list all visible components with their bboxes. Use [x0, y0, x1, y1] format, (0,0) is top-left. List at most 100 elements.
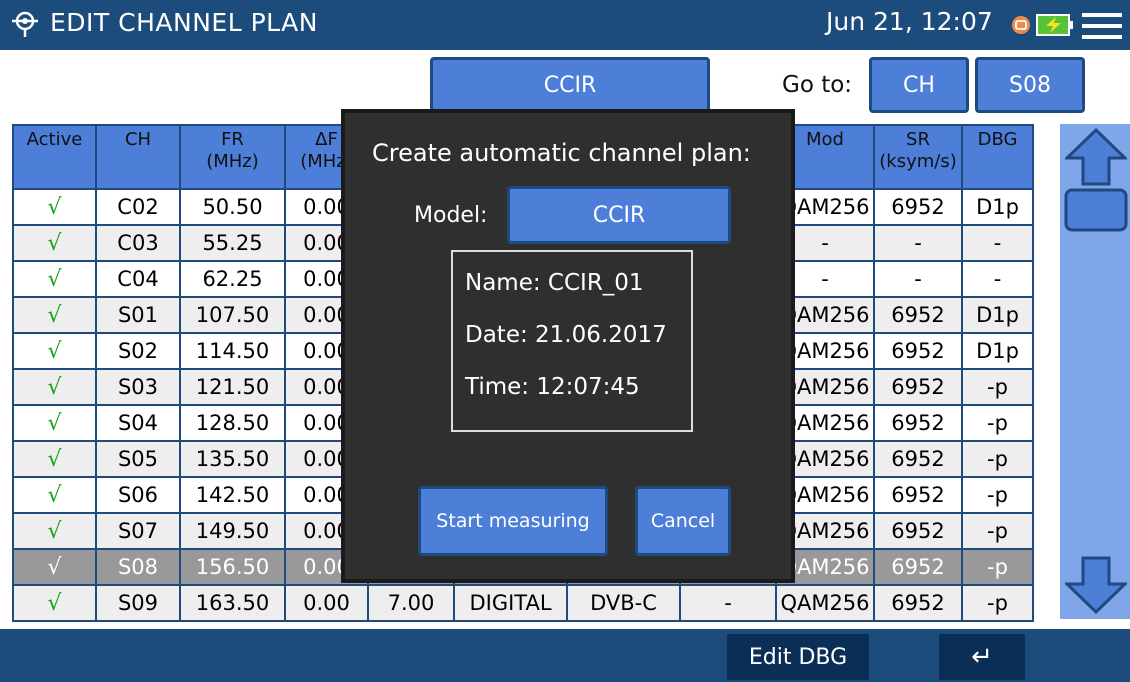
table-cell: S04: [95, 404, 181, 442]
model-label: Model:: [414, 203, 488, 228]
table-cell: S07: [95, 512, 181, 550]
table-cell: S03: [95, 368, 181, 406]
active-check: √: [12, 476, 97, 514]
table-cell: S02: [95, 332, 181, 370]
column-header-label: FR: [221, 129, 244, 150]
menu-icon[interactable]: [1082, 12, 1122, 40]
antenna-icon: [12, 11, 38, 37]
table-cell: S09: [95, 584, 181, 622]
table-cell: 121.50: [179, 368, 286, 406]
active-check: √: [12, 548, 97, 586]
table-cell: QAM256: [775, 584, 875, 622]
create-plan-dialog: Create automatic channel plan: Model: CC…: [341, 109, 795, 583]
table-cell: 6952: [873, 296, 963, 334]
table-cell: DIGITAL: [453, 584, 568, 622]
column-header-label: Active: [26, 129, 83, 150]
column-header-label: CH: [124, 129, 152, 150]
table-cell: D1p: [961, 188, 1034, 226]
goto-channel-button[interactable]: S08: [975, 57, 1085, 113]
column-header: CH: [95, 124, 181, 190]
date-time: Jun 21, 12:07: [826, 7, 993, 36]
table-cell: 0.00: [284, 584, 369, 622]
table-cell: 6952: [873, 548, 963, 586]
dialog-title: Create automatic channel plan:: [372, 139, 751, 167]
table-cell: 6952: [873, 188, 963, 226]
table-cell: 62.25: [179, 260, 286, 298]
page-title: EDIT CHANNEL PLAN: [50, 8, 318, 37]
column-header: SR (ksym/s): [873, 124, 963, 190]
table-cell: S08: [95, 548, 181, 586]
table-cell: 114.50: [179, 332, 286, 370]
column-header: DBG: [961, 124, 1034, 190]
table-cell: -p: [961, 512, 1034, 550]
start-measuring-button[interactable]: Start measuring: [418, 486, 608, 556]
channel-plan-button[interactable]: CCIR: [430, 57, 710, 113]
table-cell: 149.50: [179, 512, 286, 550]
table-cell: -p: [961, 368, 1034, 406]
alarm-icon[interactable]: [1011, 15, 1031, 35]
active-check: √: [12, 260, 97, 298]
column-header-unit: (ksym/s): [879, 151, 957, 172]
active-check: √: [12, 404, 97, 442]
top-bar: EDIT CHANNEL PLAN Jun 21, 12:07: [0, 0, 1130, 50]
table-cell: -: [961, 260, 1034, 298]
active-check: √: [12, 584, 97, 622]
table-cell: S06: [95, 476, 181, 514]
table-cell: 6952: [873, 440, 963, 478]
battery-charging-icon: [1036, 14, 1073, 36]
table-cell: 107.50: [179, 296, 286, 334]
table-cell: S01: [95, 296, 181, 334]
plan-date: Date: 21.06.2017: [465, 322, 667, 348]
scrollbar[interactable]: [1060, 124, 1130, 619]
active-check: √: [12, 224, 97, 262]
active-check: √: [12, 188, 97, 226]
table-cell: -p: [961, 476, 1034, 514]
enter-icon[interactable]: ↵: [939, 634, 1025, 680]
table-cell: -: [679, 584, 777, 622]
goto-label: Go to:: [782, 72, 853, 98]
table-cell: DVB-C: [566, 584, 681, 622]
goto-mode-button[interactable]: CH: [869, 57, 969, 113]
edit-dbg-button[interactable]: Edit DBG: [727, 634, 869, 680]
column-header: Active: [12, 124, 97, 190]
active-check: √: [12, 296, 97, 334]
column-header-label: DBG: [977, 129, 1018, 150]
table-cell: 135.50: [179, 440, 286, 478]
active-check: √: [12, 440, 97, 478]
table-row[interactable]: √ S09 163.50 0.00 7.00 DIGITAL DVB-C - QAM256 695…: [12, 584, 1034, 622]
table-cell: C04: [95, 260, 181, 298]
table-cell: 7.00: [367, 584, 455, 622]
cancel-button[interactable]: Cancel: [635, 486, 731, 556]
active-check: √: [12, 368, 97, 406]
table-cell: 6952: [873, 584, 963, 622]
active-check: √: [12, 332, 97, 370]
table-cell: -: [873, 224, 963, 262]
table-cell: -p: [961, 404, 1034, 442]
table-cell: 163.50: [179, 584, 286, 622]
table-cell: 6952: [873, 476, 963, 514]
table-cell: 6952: [873, 404, 963, 442]
table-cell: -: [873, 260, 963, 298]
column-header-label: SR: [906, 129, 930, 150]
table-cell: -p: [961, 548, 1034, 586]
scroll-up-icon[interactable]: [1065, 128, 1127, 186]
table-cell: D1p: [961, 332, 1034, 370]
plan-name: Name: CCIR_01: [465, 270, 644, 296]
table-cell: 128.50: [179, 404, 286, 442]
table-cell: -p: [961, 440, 1034, 478]
table-cell: 55.25: [179, 224, 286, 262]
table-cell: -: [961, 224, 1034, 262]
table-cell: -p: [961, 584, 1034, 622]
table-cell: 6952: [873, 368, 963, 406]
model-select-button[interactable]: CCIR: [507, 186, 731, 244]
column-header: FR (MHz): [179, 124, 286, 190]
table-cell: 142.50: [179, 476, 286, 514]
plan-info-box: Name: CCIR_01 Date: 21.06.2017 Time: 12:…: [451, 250, 693, 432]
scroll-thumb-icon[interactable]: [1064, 188, 1128, 232]
table-cell: C02: [95, 188, 181, 226]
bottom-bar: Edit DBG ↵: [0, 629, 1130, 682]
table-cell: S05: [95, 440, 181, 478]
active-check: √: [12, 512, 97, 550]
scroll-down-icon[interactable]: [1065, 556, 1127, 614]
column-header-unit: (MHz): [206, 151, 259, 172]
